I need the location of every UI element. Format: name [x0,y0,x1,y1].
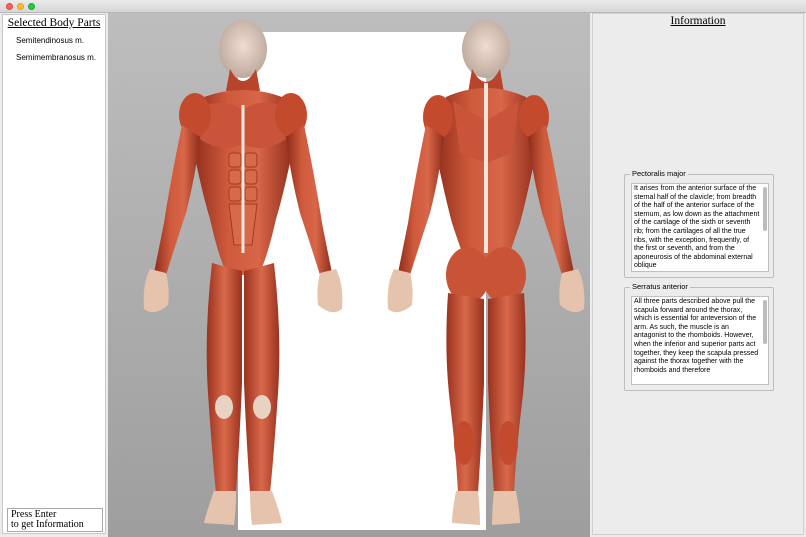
info-text: It arises from the anterior surface of t… [634,185,760,270]
info-text-area[interactable]: All three parts described above pull the… [631,296,769,385]
scroll-thumb[interactable] [763,300,767,344]
scroll-thumb[interactable] [763,187,767,231]
info-group-pectoralis-major: Pectoralis major It arises from the ante… [624,169,774,278]
back-view-figure[interactable] [387,20,585,525]
vertical-scrollbar[interactable] [763,186,767,270]
minimize-window-button[interactable] [17,3,24,10]
press-enter-hint[interactable]: Press Enter to get Information [7,508,103,532]
anatomy-image-panel[interactable] [108,13,590,537]
info-text: All three parts described above pull the… [634,298,759,374]
information-title: Information [670,15,726,27]
info-group-serratus-anterior: Serratus anterior All three parts descri… [624,282,774,391]
maximize-window-button[interactable] [28,3,35,10]
info-text-area[interactable]: It arises from the anterior surface of t… [631,183,769,272]
anatomy-figure[interactable] [108,13,590,537]
front-view-figure[interactable] [143,20,343,525]
hint-line-2: to get Information [11,519,84,530]
group-label: Pectoralis major [630,169,688,178]
selected-body-parts-panel: Selected Body Parts Semitendinosus m. Se… [2,14,106,534]
selected-body-parts-title: Selected Body Parts [7,17,101,29]
list-item[interactable]: Semitendinosus m. [16,35,96,52]
group-label: Serratus anterior [630,282,690,291]
selected-body-parts-list: Semitendinosus m. Semimembranosus m. [16,35,96,69]
vertical-scrollbar[interactable] [763,299,767,383]
close-window-button[interactable] [6,3,13,10]
window-titlebar [0,0,806,13]
information-panel: Information Pectoralis major It arises f… [592,13,804,535]
list-item[interactable]: Semimembranosus m. [16,52,96,69]
